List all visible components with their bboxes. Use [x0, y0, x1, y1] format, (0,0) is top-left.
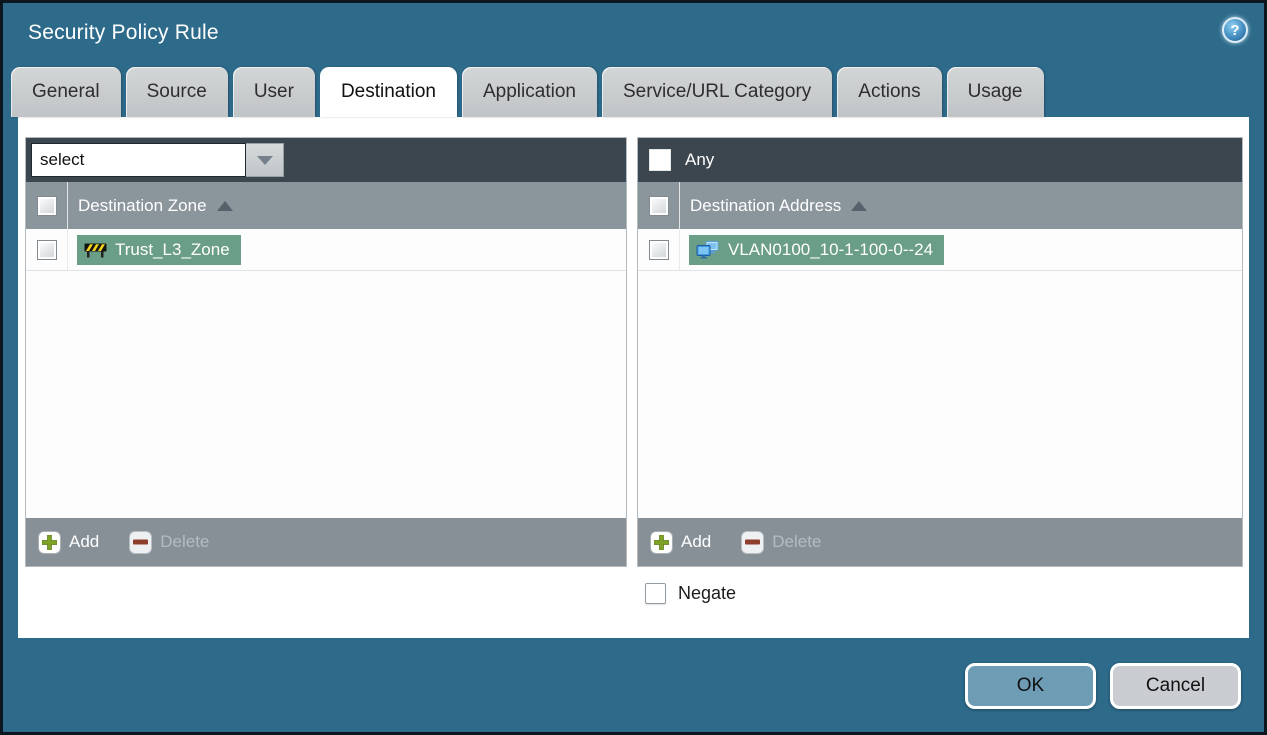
zone-list: Trust_L3_Zone	[26, 229, 626, 518]
tab-destination[interactable]: Destination	[319, 67, 457, 117]
zone-header-check-cell	[26, 182, 68, 229]
zone-add-label[interactable]: Add	[69, 532, 99, 552]
zone-row[interactable]: Trust_L3_Zone	[26, 229, 626, 271]
zone-panel-footer: Add Delete	[26, 518, 626, 566]
address-column-title: Destination Address	[690, 195, 842, 215]
address-column-header[interactable]: Destination Address	[638, 182, 1242, 229]
address-row-label: VLAN0100_10-1-100-0--24	[728, 239, 934, 259]
address-list: VLAN0100_10-1-100-0--24	[638, 229, 1242, 518]
address-delete-button[interactable]	[741, 530, 765, 554]
address-row-checkbox[interactable]	[648, 239, 669, 260]
zone-column-header[interactable]: Destination Zone	[26, 182, 626, 229]
zone-icon	[84, 243, 107, 257]
tab-actions[interactable]: Actions	[837, 67, 942, 117]
tab-application[interactable]: Application	[462, 67, 597, 117]
tab-content: Destination Zone	[18, 117, 1249, 638]
minus-icon	[745, 539, 761, 545]
zone-row-checkbox[interactable]	[36, 239, 57, 260]
destination-address-panel: Any Destination Address VLAN0100_10-1-10…	[637, 137, 1243, 567]
negate-label: Negate	[678, 583, 737, 603]
address-panel-footer: Add Delete	[638, 518, 1242, 566]
zone-filter-combo	[31, 143, 284, 177]
address-header-check-cell	[638, 182, 680, 229]
plus-icon	[42, 534, 57, 550]
any-label: Any	[685, 150, 715, 169]
address-row-check-cell	[638, 229, 680, 270]
address-add-button[interactable]	[650, 530, 673, 554]
tab-user[interactable]: User	[232, 67, 315, 117]
address-chip[interactable]: VLAN0100_10-1-100-0--24	[689, 234, 945, 265]
zone-column-title: Destination Zone	[78, 195, 207, 215]
zone-panel-topbar	[26, 138, 626, 182]
zone-filter-dropdown-button[interactable]	[246, 143, 284, 177]
chevron-down-icon	[256, 155, 273, 165]
tab-bar: General Source User Destination Applicat…	[3, 62, 1264, 117]
tab-usage[interactable]: Usage	[946, 67, 1044, 117]
security-policy-rule-dialog: Security Policy Rule ? General Source Us…	[0, 0, 1267, 735]
panels: Destination Zone	[25, 137, 1243, 567]
address-row[interactable]: VLAN0100_10-1-100-0--24	[638, 229, 1242, 271]
ok-button[interactable]: OK	[965, 663, 1096, 709]
any-checkbox[interactable]	[649, 149, 671, 171]
minus-icon	[133, 539, 149, 545]
destination-zone-panel: Destination Zone	[25, 137, 627, 567]
plus-icon	[654, 534, 669, 550]
tab-general[interactable]: General	[11, 67, 121, 117]
sort-ascending-icon	[216, 200, 233, 211]
dialog-title: Security Policy Rule	[28, 20, 219, 44]
zone-delete-label[interactable]: Delete	[160, 532, 209, 552]
dialog-footer: OK Cancel	[3, 638, 1264, 732]
negate-checkbox[interactable]	[645, 583, 666, 604]
sort-ascending-icon	[851, 200, 868, 211]
any-option: Any	[643, 149, 714, 171]
negate-option: Negate	[645, 583, 1243, 604]
titlebar: Security Policy Rule ?	[3, 3, 1264, 62]
zone-add-button[interactable]	[38, 530, 61, 554]
address-delete-label[interactable]: Delete	[772, 532, 821, 552]
help-icon[interactable]: ?	[1222, 17, 1248, 43]
zone-delete-button[interactable]	[129, 530, 153, 554]
network-icon	[696, 240, 719, 259]
tab-source[interactable]: Source	[125, 67, 228, 117]
zone-chip[interactable]: Trust_L3_Zone	[77, 234, 241, 265]
tab-service-url-category[interactable]: Service/URL Category	[601, 67, 833, 117]
zone-row-label: Trust_L3_Zone	[115, 239, 230, 259]
zone-row-check-cell	[26, 229, 68, 270]
zone-filter-input[interactable]	[31, 143, 246, 177]
address-add-label[interactable]: Add	[681, 532, 711, 552]
cancel-button[interactable]: Cancel	[1110, 663, 1241, 709]
address-select-all-checkbox[interactable]	[648, 195, 669, 216]
zone-select-all-checkbox[interactable]	[36, 195, 57, 216]
address-panel-topbar: Any	[638, 138, 1242, 182]
